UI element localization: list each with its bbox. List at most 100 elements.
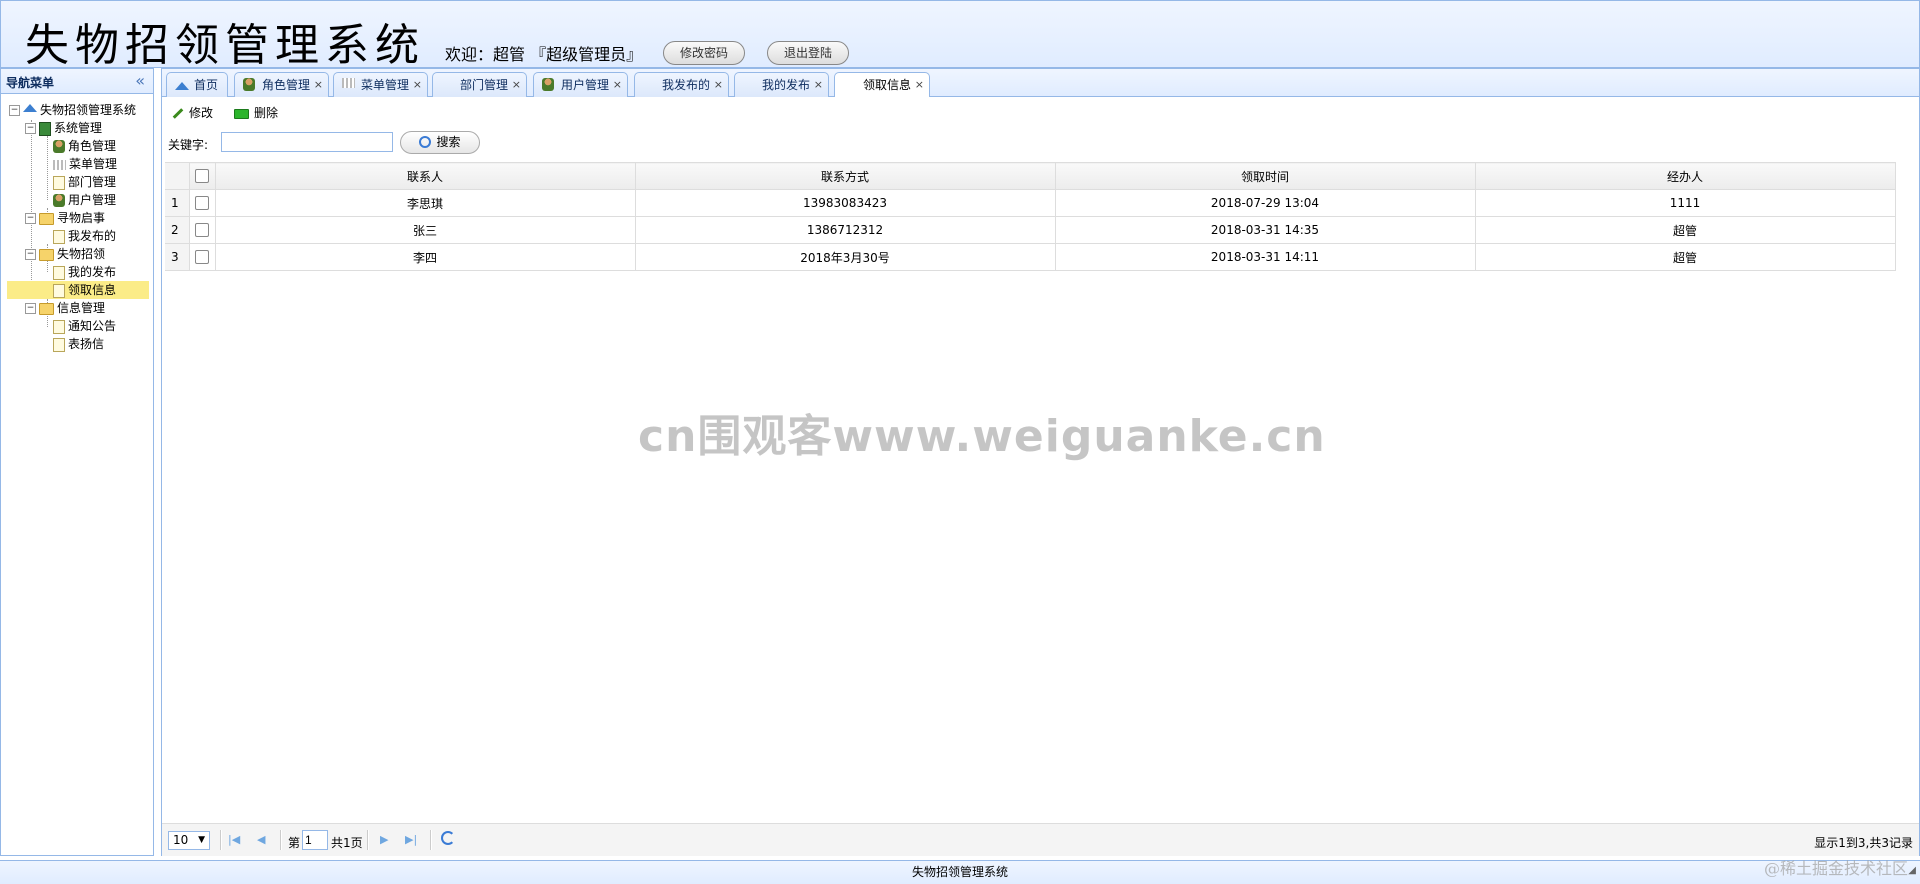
tree-node-my-posted[interactable]: 我发布的 [53,227,116,245]
select-all-checkbox-cell[interactable] [188,162,216,190]
edit-button[interactable]: 修改 [172,103,213,123]
tab-bar: 首页 角色管理 × 菜单管理 × 部门管理 × 用户管理 × 我发布的 × 我的… [161,68,1920,98]
cell-handler: 1111 [1474,189,1896,217]
tab-my-posted[interactable]: 我发布的 × [634,72,729,97]
table-row[interactable]: 2 张三 1386712312 2018-03-31 14:35 超管 [165,216,1915,244]
column-header-contact[interactable]: 联系人 [214,162,636,190]
tab-dept[interactable]: 部门管理 × [432,72,527,97]
pager-separator [280,830,282,850]
cell-contact: 李思琪 [214,189,636,217]
tab-home[interactable]: 首页 [166,72,228,97]
tree-node-notice[interactable]: 通知公告 [53,317,116,335]
last-page-icon[interactable]: ▶| [405,833,417,846]
delete-icon [234,108,249,119]
tree-node-root[interactable]: − 失物招领管理系统 [9,101,136,119]
tree-node-role[interactable]: 角色管理 [53,137,116,155]
file-icon [53,175,65,190]
cell-phone: 1386712312 [634,216,1056,244]
tab-menu[interactable]: 菜单管理 × [333,72,428,97]
tree-node-lost-notice[interactable]: − 寻物启事 [25,209,105,227]
tree-node-found[interactable]: − 失物招领 [25,245,105,263]
tree-node-user[interactable]: 用户管理 [53,191,116,209]
corner-watermark: @稀土掘金技术社区 [1763,859,1908,878]
collapse-toggle-icon[interactable]: − [25,123,36,134]
close-icon[interactable]: × [714,73,723,97]
row-checkbox[interactable] [195,250,209,265]
collapse-toggle-icon[interactable]: − [25,213,36,224]
tab-my-publish[interactable]: 我的发布 × [734,72,829,97]
tree-node-my-publish[interactable]: 我的发布 [53,263,116,281]
keyword-input[interactable] [221,132,393,152]
close-icon[interactable]: × [613,73,622,97]
tree-node-label: 表扬信 [68,337,105,351]
close-icon[interactable]: × [814,73,823,97]
tree-node-label: 失物招领 [57,247,106,261]
home-icon [23,103,37,112]
next-page-icon[interactable]: ▶ [380,833,388,846]
tab-label: 领取信息 [863,78,912,92]
prev-page-icon[interactable]: ◀ [257,833,265,846]
tree-node-label: 角色管理 [68,139,117,153]
refresh-icon[interactable] [441,831,455,845]
tree-node-praise[interactable]: 表扬信 [53,335,104,353]
close-icon[interactable]: × [413,73,422,97]
tab-user[interactable]: 用户管理 × [533,72,628,97]
total-pages: 共1页 [331,836,363,850]
select-all-checkbox[interactable] [195,169,209,184]
row-checkbox[interactable] [195,223,209,238]
tree-node-label: 信息管理 [57,301,106,315]
cell-time: 2018-03-31 14:11 [1054,243,1476,271]
close-icon[interactable]: × [314,73,323,97]
tree-node-menu[interactable]: 菜单管理 [53,155,117,173]
collapse-toggle-icon[interactable]: − [25,249,36,260]
file-icon [53,265,65,280]
claim-info-panel: 修改 删除 关键字: 搜索 联系人 联系方式 领取时间 经办人 1 李思琪 13… [161,97,1920,856]
row-checkbox-cell[interactable] [188,216,216,244]
tree-node-label: 用户管理 [68,193,117,207]
welcome-text: 欢迎：超管 『超级管理员』 [445,45,643,64]
tree-node-label: 领取信息 [68,283,117,297]
tab-claim-info[interactable]: 领取信息 × [834,72,930,98]
row-number-header [165,162,190,190]
resize-handle-icon[interactable]: ◢ [1908,860,1916,882]
close-icon[interactable]: × [915,73,924,97]
tree-node-info[interactable]: − 信息管理 [25,299,105,317]
column-header-handler[interactable]: 经办人 [1474,162,1896,190]
table-row[interactable]: 3 李四 2018年3月30号 2018-03-31 14:11 超管 [165,243,1915,271]
delete-button[interactable]: 删除 [234,103,278,123]
tab-label: 角色管理 [262,78,311,92]
logout-button[interactable]: 退出登陆 [767,41,849,65]
column-header-time[interactable]: 领取时间 [1054,162,1476,190]
tree-node-label: 我的发布 [68,265,117,279]
file-icon [53,229,65,244]
collapse-icon[interactable]: « [135,71,145,90]
tree-node-dept[interactable]: 部门管理 [53,173,116,191]
chevron-down-icon: ▼ [198,835,205,845]
tree-node-system[interactable]: − 系统管理 [25,119,102,137]
row-checkbox-cell[interactable] [188,189,216,217]
search-button[interactable]: 搜索 [400,131,480,154]
edit-label: 修改 [189,106,214,120]
tree-node-claim-info[interactable]: 领取信息 [7,281,149,299]
footer: 失物招领管理系统 ◢ [0,860,1920,884]
close-icon[interactable]: × [512,73,521,97]
tab-label: 我发布的 [662,78,711,92]
tree-node-label: 我发布的 [68,229,117,243]
collapse-toggle-icon[interactable]: − [9,105,20,116]
pager-separator [430,830,432,850]
menu-icon [53,159,66,170]
first-page-icon[interactable]: |◀ [228,833,240,846]
tree-node-label: 失物招领管理系统 [40,103,137,117]
nav-panel-title: 导航菜单 [6,76,55,90]
collapse-toggle-icon[interactable]: − [25,303,36,314]
column-header-phone[interactable]: 联系方式 [634,162,1056,190]
data-grid: 联系人 联系方式 领取时间 经办人 1 李思琪 13983083423 2018… [165,162,1915,271]
row-checkbox-cell[interactable] [188,243,216,271]
folder-icon [39,248,54,261]
tab-role[interactable]: 角色管理 × [234,72,329,97]
change-password-button[interactable]: 修改密码 [663,41,745,65]
table-row[interactable]: 1 李思琪 13983083423 2018-07-29 13:04 1111 [165,189,1915,217]
page-number-input[interactable] [302,830,328,850]
page-size-select[interactable]: 10 ▼ [168,831,210,850]
row-checkbox[interactable] [195,196,209,211]
